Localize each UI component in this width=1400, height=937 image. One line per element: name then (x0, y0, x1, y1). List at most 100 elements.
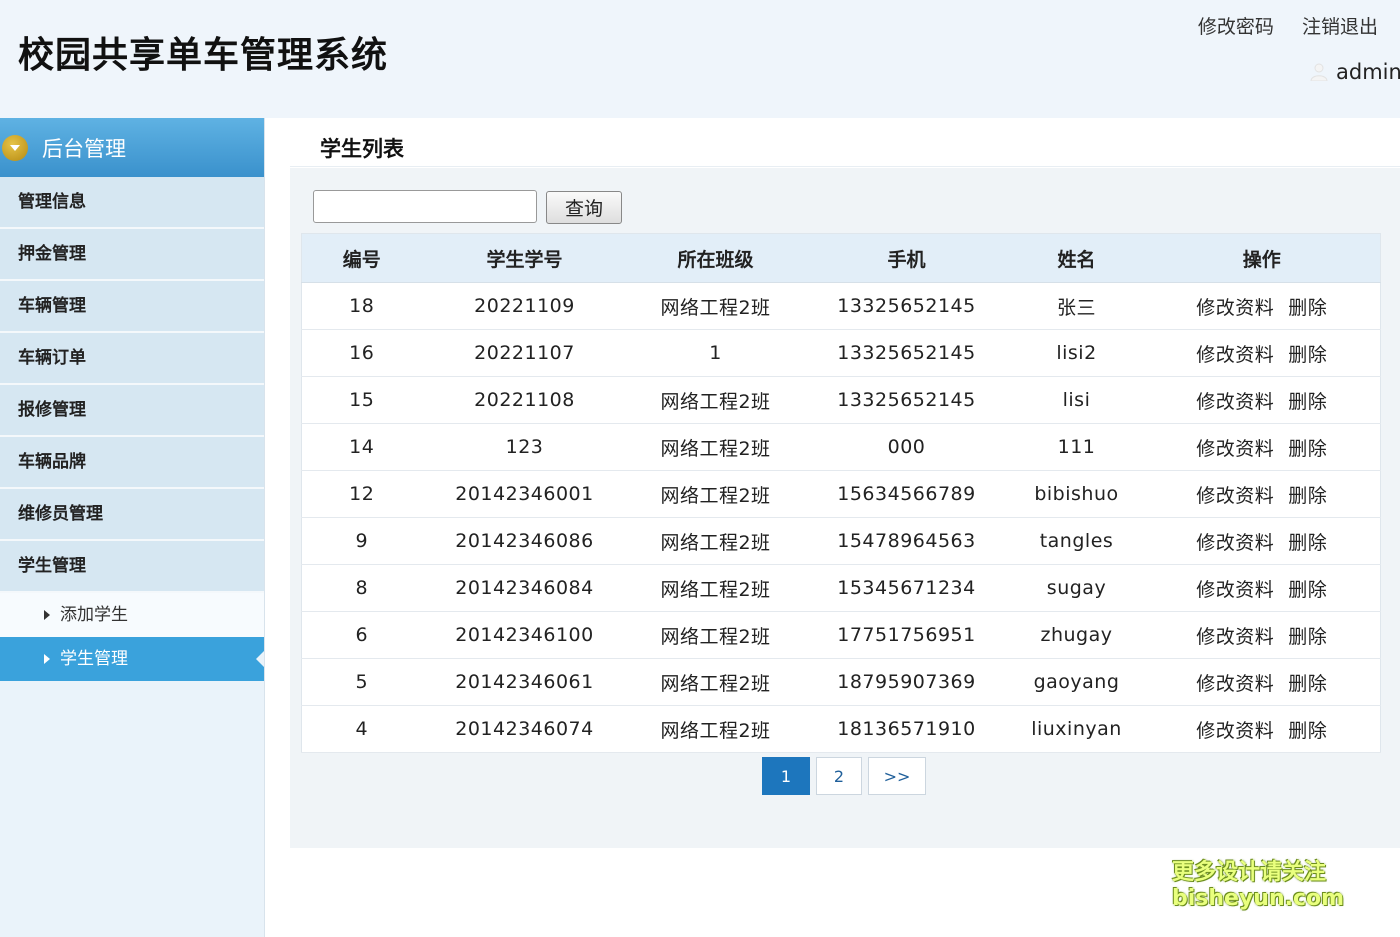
search-button[interactable]: 查询 (546, 191, 622, 224)
cell-student-no: 20142346074 (421, 705, 628, 753)
watermark-line1: 更多设计请关注 (1172, 860, 1327, 885)
cell-actions: 修改资料 删除 (1143, 611, 1381, 659)
cell-id: 4 (301, 705, 422, 753)
edit-link[interactable]: 修改资料 (1196, 673, 1274, 695)
cell-student-no: 20221107 (421, 329, 628, 377)
sidebar-item-deposit[interactable]: 押金管理 (0, 229, 264, 281)
table-row: 4 20142346074 网络工程2班 18136571910 liuxinyan 修改… (301, 705, 1381, 753)
cell-id: 16 (301, 329, 422, 377)
app-title: 校园共享单车管理系统 (18, 35, 389, 76)
sidebar-head-label: 后台管理 (42, 136, 126, 161)
sidebar-item-students[interactable]: 学生管理 (0, 541, 264, 593)
delete-link[interactable]: 删除 (1288, 673, 1327, 695)
collapse-toggle-icon (2, 134, 28, 161)
caret-right-icon (44, 654, 50, 664)
logout-link[interactable]: 注销退出 (1302, 16, 1378, 38)
header: 校园共享单车管理系统 修改密码 注销退出 admin (0, 0, 1400, 118)
cell-actions: 修改资料 删除 (1143, 329, 1381, 377)
cell-student-no: 20142346100 (421, 611, 628, 659)
sidebar-item-brands[interactable]: 车辆品牌 (0, 437, 264, 489)
cell-student-no: 20142346086 (421, 517, 628, 565)
edit-link[interactable]: 修改资料 (1196, 344, 1274, 366)
pagination: 1 2 >> (762, 757, 932, 795)
cell-actions: 修改资料 删除 (1143, 517, 1381, 565)
delete-link[interactable]: 删除 (1288, 438, 1327, 460)
sidebar-item-info[interactable]: 管理信息 (0, 177, 264, 229)
col-class: 所在班级 (627, 233, 804, 283)
caret-right-icon (44, 610, 50, 620)
user-icon (1310, 63, 1328, 81)
sidebar-item-repairers[interactable]: 维修员管理 (0, 489, 264, 541)
header-links: 修改密码 注销退出 (1176, 12, 1378, 39)
edit-link[interactable]: 修改资料 (1196, 297, 1274, 319)
page-2-button[interactable]: 2 (816, 757, 862, 795)
search-input[interactable] (313, 190, 537, 223)
sidebar-sub-add-student[interactable]: 添加学生 (0, 593, 264, 637)
cell-id: 8 (301, 564, 422, 612)
edit-link[interactable]: 修改资料 (1196, 532, 1274, 554)
cell-actions: 修改资料 删除 (1143, 423, 1381, 471)
edit-link[interactable]: 修改资料 (1196, 438, 1274, 460)
cell-name: 张三 (1009, 282, 1144, 330)
cell-name: lisi (1009, 376, 1144, 424)
username: admin (1336, 60, 1400, 84)
delete-link[interactable]: 删除 (1288, 344, 1327, 366)
sidebar-head[interactable]: 后台管理 (0, 118, 264, 177)
edit-link[interactable]: 修改资料 (1196, 579, 1274, 601)
delete-link[interactable]: 删除 (1288, 720, 1327, 742)
cell-phone: 15634566789 (803, 470, 1010, 518)
cell-student-no: 20142346084 (421, 564, 628, 612)
edit-link[interactable]: 修改资料 (1196, 720, 1274, 742)
chevron-down-icon (10, 144, 20, 151)
change-password-link[interactable]: 修改密码 (1198, 16, 1274, 38)
table-row: 8 20142346084 网络工程2班 15345671234 sugay 修改资料 删除 (301, 564, 1381, 612)
watermark-line2: bisheyun.com (1172, 886, 1345, 911)
delete-link[interactable]: 删除 (1288, 579, 1327, 601)
sidebar: 后台管理 管理信息 押金管理 车辆管理 车辆订单 报修管理 车辆品牌 维修员管理… (0, 118, 265, 937)
cell-phone: 13325652145 (803, 282, 1010, 330)
cell-student-no: 20142346001 (421, 470, 628, 518)
cell-phone: 15345671234 (803, 564, 1010, 612)
cell-id: 18 (301, 282, 422, 330)
cell-student-no: 20221109 (421, 282, 628, 330)
edit-link[interactable]: 修改资料 (1196, 391, 1274, 413)
sidebar-item-repairs[interactable]: 报修管理 (0, 385, 264, 437)
delete-link[interactable]: 删除 (1288, 485, 1327, 507)
cell-student-no: 20221108 (421, 376, 628, 424)
table-row: 18 20221109 网络工程2班 13325652145 张三 修改资料 删除 (301, 282, 1381, 330)
cell-class: 网络工程2班 (627, 282, 804, 330)
table-row: 16 20221107 1 13325652145 lisi2 修改资料 删除 (301, 329, 1381, 377)
cell-class: 网络工程2班 (627, 423, 804, 471)
delete-link[interactable]: 删除 (1288, 297, 1327, 319)
delete-link[interactable]: 删除 (1288, 532, 1327, 554)
cell-name: sugay (1009, 564, 1144, 612)
col-student-no: 学生学号 (421, 233, 628, 283)
sidebar-item-vehicles[interactable]: 车辆管理 (0, 281, 264, 333)
cell-phone: 000 (803, 423, 1010, 471)
student-table: 编号 学生学号 所在班级 手机 姓名 操作 18 20221109 网络工程2班 13… (301, 233, 1381, 753)
cell-phone: 15478964563 (803, 517, 1010, 565)
delete-link[interactable]: 删除 (1288, 391, 1327, 413)
cell-phone: 18136571910 (803, 705, 1010, 753)
divider (290, 166, 1400, 167)
cell-class: 网络工程2班 (627, 470, 804, 518)
cell-id: 6 (301, 611, 422, 659)
cell-id: 9 (301, 517, 422, 565)
next-page-button[interactable]: >> (868, 757, 926, 795)
page-1-button[interactable]: 1 (762, 757, 810, 795)
cell-phone: 13325652145 (803, 376, 1010, 424)
sidebar-item-orders[interactable]: 车辆订单 (0, 333, 264, 385)
table-body: 18 20221109 网络工程2班 13325652145 张三 修改资料 删除 16 202… (301, 282, 1381, 753)
cell-class: 网络工程2班 (627, 376, 804, 424)
table-row: 12 20142346001 网络工程2班 15634566789 bibishuo 修改… (301, 470, 1381, 518)
cell-class: 1 (627, 329, 804, 377)
table-header: 编号 学生学号 所在班级 手机 姓名 操作 (301, 233, 1381, 283)
delete-link[interactable]: 删除 (1288, 626, 1327, 648)
cell-id: 5 (301, 658, 422, 706)
edit-link[interactable]: 修改资料 (1196, 485, 1274, 507)
cell-id: 14 (301, 423, 422, 471)
cell-phone: 17751756951 (803, 611, 1010, 659)
table-row: 9 20142346086 网络工程2班 15478964563 tangles 修改资料… (301, 517, 1381, 565)
edit-link[interactable]: 修改资料 (1196, 626, 1274, 648)
sidebar-sub-student-manage[interactable]: 学生管理 (0, 637, 264, 681)
